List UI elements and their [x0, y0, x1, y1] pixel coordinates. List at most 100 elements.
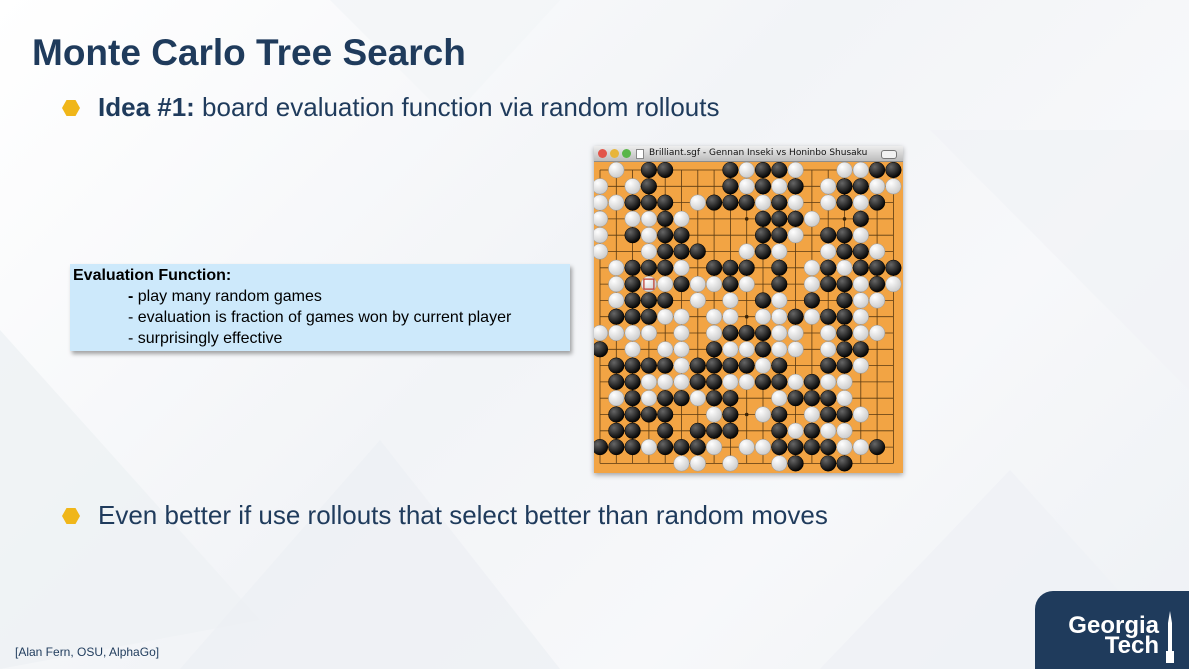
- star-point: [744, 217, 749, 221]
- black-stone: [869, 276, 886, 293]
- black-stone: [771, 259, 788, 276]
- white-stone: [624, 178, 641, 195]
- black-stone: [640, 194, 657, 211]
- white-stone: [771, 308, 788, 325]
- white-stone: [771, 178, 788, 195]
- black-stone: [706, 422, 723, 439]
- go-board[interactable]: [591, 161, 903, 473]
- black-stone: [771, 276, 788, 293]
- white-stone: [591, 243, 609, 260]
- minimize-window-button[interactable]: [610, 149, 619, 158]
- black-stone: [852, 210, 869, 227]
- black-stone: [689, 357, 706, 374]
- bullet-rollouts: Even better if use rollouts that select …: [62, 500, 828, 531]
- white-stone: [787, 373, 804, 390]
- white-stone: [771, 243, 788, 260]
- black-stone: [754, 341, 772, 358]
- window-title: Brilliant.sgf - Gennan Inseki vs Honinbo…: [649, 148, 868, 158]
- black-stone: [738, 194, 755, 211]
- black-stone: [836, 194, 853, 211]
- close-window-button[interactable]: [598, 149, 607, 158]
- white-stone: [836, 390, 853, 407]
- logo-text-tech: Tech: [1104, 632, 1159, 659]
- black-stone: [624, 259, 641, 276]
- black-stone: [624, 390, 641, 407]
- eval-item: - play many random games: [128, 288, 322, 305]
- black-stone: [836, 292, 853, 309]
- white-stone: [738, 243, 755, 260]
- black-stone: [787, 308, 804, 325]
- white-stone: [803, 210, 820, 227]
- black-stone: [771, 373, 788, 390]
- black-stone: [722, 357, 739, 374]
- black-stone: [869, 161, 886, 179]
- white-stone: [640, 390, 657, 407]
- white-stone: [640, 210, 657, 227]
- white-stone: [754, 439, 772, 456]
- black-stone: [836, 341, 853, 358]
- black-stone: [754, 373, 772, 390]
- black-stone: [657, 439, 674, 456]
- white-stone: [608, 259, 625, 276]
- black-stone: [754, 178, 772, 195]
- white-stone: [852, 308, 869, 325]
- black-stone: [706, 373, 723, 390]
- black-stone: [852, 243, 869, 260]
- white-stone: [657, 341, 674, 358]
- white-stone: [787, 194, 804, 211]
- white-stone: [673, 373, 690, 390]
- white-stone: [657, 276, 674, 293]
- black-stone: [787, 178, 804, 195]
- star-point: [842, 217, 847, 221]
- black-stone: [820, 439, 837, 456]
- bullet-body-text: board evaluation function via random rol…: [194, 92, 720, 122]
- white-stone: [673, 341, 690, 358]
- black-stone: [689, 422, 706, 439]
- white-stone: [787, 227, 804, 244]
- black-stone: [706, 194, 723, 211]
- black-stone: [771, 439, 788, 456]
- white-stone: [820, 373, 837, 390]
- white-stone: [673, 259, 690, 276]
- white-stone: [738, 161, 755, 179]
- white-stone: [591, 194, 609, 211]
- white-stone: [689, 194, 706, 211]
- black-stone: [754, 324, 772, 342]
- black-stone: [803, 373, 820, 390]
- black-stone: [820, 455, 837, 472]
- black-stone: [624, 422, 641, 439]
- black-stone: [640, 357, 657, 374]
- go-board-canvas[interactable]: [591, 161, 903, 473]
- white-stone: [803, 308, 820, 325]
- tech-tower-icon: [1166, 611, 1174, 663]
- white-stone: [640, 324, 657, 342]
- black-stone: [608, 308, 625, 325]
- black-stone: [771, 161, 788, 179]
- eval-item: - surprisingly effective: [128, 330, 283, 347]
- black-stone: [608, 422, 625, 439]
- black-stone: [640, 259, 657, 276]
- white-stone: [803, 276, 820, 293]
- toolbar-toggle-button[interactable]: [881, 150, 897, 159]
- white-stone: [820, 422, 837, 439]
- white-stone: [591, 178, 609, 195]
- black-stone: [722, 178, 739, 195]
- black-stone: [869, 439, 886, 456]
- black-stone: [722, 276, 739, 293]
- black-stone: [836, 324, 853, 342]
- white-stone: [706, 324, 723, 342]
- white-stone: [820, 194, 837, 211]
- window-titlebar[interactable]: Brilliant.sgf - Gennan Inseki vs Honinbo…: [594, 146, 903, 162]
- black-stone: [657, 194, 674, 211]
- zoom-window-button[interactable]: [622, 149, 631, 158]
- white-stone: [754, 406, 772, 423]
- white-stone: [722, 308, 739, 325]
- citation: [Alan Fern, OSU, AlphaGo]: [15, 645, 160, 659]
- black-stone: [836, 308, 853, 325]
- black-stone: [820, 357, 837, 374]
- white-stone: [722, 341, 739, 358]
- white-stone: [787, 161, 804, 179]
- black-stone: [836, 406, 853, 423]
- black-stone: [820, 259, 837, 276]
- black-stone: [771, 406, 788, 423]
